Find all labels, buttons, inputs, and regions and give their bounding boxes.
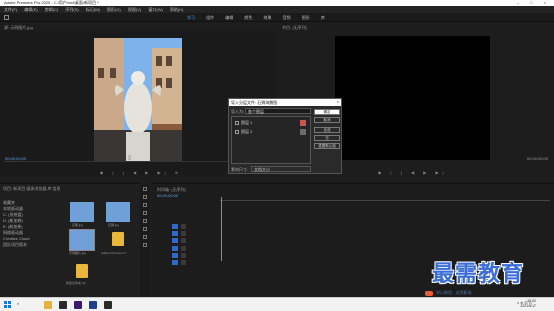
media-label: 石狮.jpg <box>72 223 83 227</box>
tab-effects[interactable]: 效果 <box>264 15 272 20</box>
audio-track-a2[interactable] <box>160 253 212 258</box>
windows-taskbar: ⌕ ∧ ⊕ 中 ▭ 15:02 2021/5/17 <box>0 297 554 311</box>
windows-start-icon[interactable] <box>4 301 11 308</box>
photoshop-icon[interactable] <box>89 301 97 309</box>
media-thumbnail-selected[interactable] <box>69 229 95 251</box>
watermark-logo: 最需教育 <box>432 261 525 287</box>
tab-assembly[interactable]: 组件 <box>206 15 214 20</box>
clock-date: 2021/5/17 <box>520 304 536 308</box>
media-label: 示例图片.jpg <box>69 251 86 255</box>
folder-icon[interactable] <box>76 264 88 278</box>
menu-markers[interactable]: 标记(M) <box>86 7 100 12</box>
taskbar-app-icon[interactable] <box>104 301 112 309</box>
source-playhead[interactable] <box>128 155 131 160</box>
close-button[interactable]: × <box>544 0 551 5</box>
razor-tool-icon[interactable] <box>143 211 147 215</box>
program-transport-controls[interactable]: ◆ { } ◀ ▶ ▶| <box>378 170 448 175</box>
menu-window[interactable]: 窗口(W) <box>148 7 162 12</box>
program-monitor-header[interactable]: 节目: (无序列) <box>282 25 307 31</box>
timeline-ruler[interactable] <box>220 197 550 201</box>
window-title: Adobe Premiere Pro 2020 - C:\用户\xixi\桌面\… <box>4 0 99 5</box>
workspace-bar: 学习 组件 编辑 颜色 效果 音频 图形 库 <box>0 13 554 22</box>
ok-button[interactable]: 确定 <box>314 109 340 115</box>
home-icon[interactable] <box>4 15 9 20</box>
source-preview-image <box>94 38 182 162</box>
maximize-button[interactable]: □ <box>530 0 537 5</box>
program-viewer <box>335 36 490 160</box>
tools-panel <box>140 183 150 297</box>
menu-view[interactable]: 视图(V) <box>128 7 141 12</box>
menu-sequence[interactable]: 序列(S) <box>65 7 78 12</box>
taskbar-app-icon[interactable] <box>59 301 67 309</box>
tab-audio[interactable]: 音频 <box>283 15 291 20</box>
media-browser-tree: 收藏夹 本地驱动器 C: (系统盘) D: (新加卷) E: (新加卷) 网络驱… <box>3 200 55 258</box>
video-track-v2[interactable] <box>160 231 212 236</box>
tab-editing[interactable]: 编辑 <box>225 15 233 20</box>
tab-learning[interactable]: 学习 <box>187 15 195 20</box>
watermark-badge-icon <box>425 291 433 296</box>
track-select-tool-icon[interactable] <box>143 195 147 199</box>
video-track-v3[interactable] <box>160 224 212 229</box>
timeline-playhead[interactable] <box>221 197 222 261</box>
layer-checkbox[interactable] <box>235 130 239 134</box>
footage-dimensions-label: 素材尺寸: <box>231 167 249 172</box>
statue-photo <box>94 38 182 162</box>
file-explorer-icon[interactable] <box>44 301 52 309</box>
pen-tool-icon[interactable] <box>143 227 147 231</box>
program-duration: 00;00;00;00 <box>526 156 548 161</box>
type-tool-icon[interactable] <box>143 243 147 247</box>
folder-label: Adobe Premiere P... <box>101 251 128 255</box>
watermark-subtitle: 学以致用 · 点亮职场 <box>436 290 472 295</box>
source-transport-controls[interactable]: ◆ { } ◀ ▶ ▶| ⊕ <box>100 170 182 175</box>
ripple-edit-tool-icon[interactable] <box>143 203 147 207</box>
import-layered-file-dialog: 导入分层文件: 石狮海鹏图 × 导入为: 各个图层 图层 1 图层 2 确定 取… <box>228 98 342 174</box>
slip-tool-icon[interactable] <box>143 219 147 223</box>
tab-graphics[interactable]: 图形 <box>302 15 310 20</box>
tab-libraries[interactable]: 库 <box>321 15 325 20</box>
menu-clip[interactable]: 剪辑(C) <box>45 7 59 12</box>
hand-tool-icon[interactable] <box>143 235 147 239</box>
footage-dimensions-dropdown[interactable]: 文档大小 <box>251 166 311 172</box>
menu-bar: 文件(F) 编辑(E) 剪辑(C) 序列(S) 标记(M) 图形(G) 视图(V… <box>0 6 554 13</box>
select-all-button[interactable]: 全选 <box>314 127 340 133</box>
layer-thumbnail-icon <box>300 129 306 135</box>
media-thumbnail[interactable] <box>106 202 130 222</box>
dialog-title: 导入分层文件: 石狮海鹏图 <box>229 99 341 106</box>
menu-help[interactable]: 帮助(H) <box>170 7 184 12</box>
timeline-timecode: 00;00;00;00 <box>157 193 179 198</box>
select-none-button[interactable]: 无 <box>314 135 340 141</box>
cancel-button[interactable]: 取消 <box>314 117 340 123</box>
video-track-v1[interactable] <box>160 238 212 243</box>
project-panel: 项目: 新项目 媒体浏览器 库 信息 收藏夹 本地驱动器 C: (系统盘) D:… <box>0 183 140 297</box>
layer-row[interactable]: 图层 1 <box>234 119 308 127</box>
menu-edit[interactable]: 编辑(E) <box>24 7 37 12</box>
menu-file[interactable]: 文件(F) <box>4 7 17 12</box>
premiere-pro-icon[interactable] <box>74 301 82 309</box>
layer-name: 图层 2 <box>241 129 253 134</box>
audio-track-a3[interactable] <box>160 260 212 265</box>
dialog-close-icon[interactable]: × <box>337 99 339 104</box>
selection-tool-icon[interactable] <box>143 187 147 191</box>
clock[interactable]: 15:02 2021/5/17 <box>520 299 536 309</box>
audio-track-a1[interactable] <box>160 246 212 251</box>
tab-color[interactable]: 颜色 <box>244 15 252 20</box>
minimize-button[interactable]: – <box>517 0 524 5</box>
media-thumbnail[interactable] <box>70 202 94 222</box>
layer-row[interactable]: 图层 2 <box>234 128 308 136</box>
import-as-label: 导入为: <box>231 109 245 114</box>
layer-name: 图层 1 <box>241 120 253 125</box>
layer-thumbnail-icon <box>300 120 306 126</box>
import-as-dropdown[interactable]: 各个图层 <box>245 108 311 114</box>
search-icon[interactable]: ⌕ <box>17 301 19 306</box>
folder-label: 新建文件夹 (3) <box>66 281 86 285</box>
project-panel-tabs[interactable]: 项目: 新项目 媒体浏览器 库 信息 <box>3 186 61 192</box>
menu-graphics[interactable]: 图形(G) <box>107 7 121 12</box>
layer-checkbox[interactable] <box>235 121 239 125</box>
media-label: 石狮.jpg <box>108 223 119 227</box>
folder-icon[interactable] <box>112 232 124 246</box>
reset-defaults-button[interactable]: 重置默认值 <box>314 143 340 149</box>
layer-list: 图层 1 图层 2 <box>231 116 311 164</box>
tree-item[interactable]: 团队项目版本 <box>3 242 55 248</box>
